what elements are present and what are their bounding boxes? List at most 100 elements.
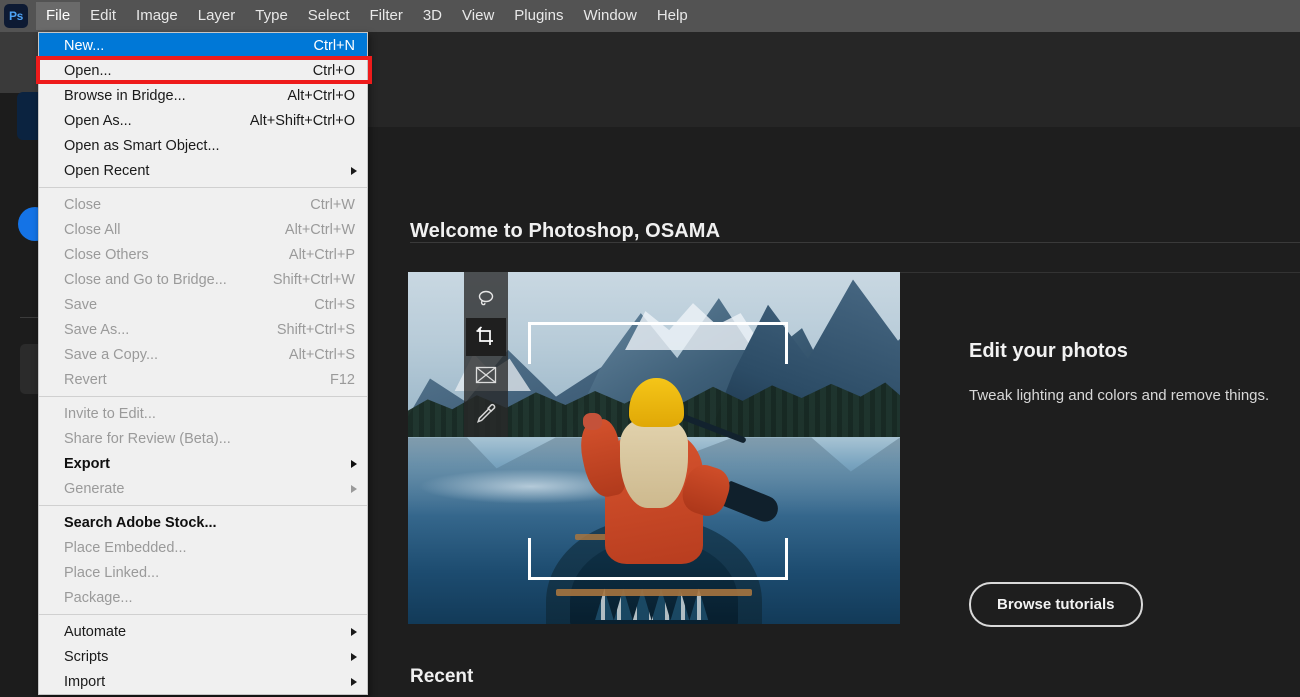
menu-bar-item-view[interactable]: View	[452, 2, 504, 30]
menu-item-label: Close Others	[64, 246, 149, 263]
menu-item-label: Share for Review (Beta)...	[64, 430, 231, 447]
crop-corner-top-left	[528, 322, 531, 364]
hero-tool-strip	[464, 272, 508, 437]
menu-item-shortcut: Shift+Ctrl+S	[276, 321, 355, 338]
menu-bar-item-filter[interactable]: Filter	[360, 2, 413, 30]
menu-item-label: Package...	[64, 589, 133, 606]
menu-item-export[interactable]: Export	[39, 451, 367, 476]
menu-bar-item-help[interactable]: Help	[647, 2, 698, 30]
menu-item-label: Save	[64, 296, 98, 313]
menu-bar-item-layer[interactable]: Layer	[188, 2, 246, 30]
menu-item-save: Save Ctrl+S	[39, 292, 367, 317]
file-menu-dropdown[interactable]: New... Ctrl+N Open... Ctrl+O Browse in Bridg…	[38, 32, 368, 695]
menu-item-label: Export	[64, 455, 110, 472]
menu-item-label: Save a Copy...	[64, 346, 159, 363]
crop-tool-button[interactable]	[466, 318, 506, 356]
frame-tool-button[interactable]	[466, 356, 506, 394]
menu-item-scripts[interactable]: Scripts	[39, 644, 367, 669]
menu-item-open-as-smart-object[interactable]: Open as Smart Object...	[39, 133, 367, 158]
crop-icon	[475, 326, 497, 348]
menu-bar-item-edit[interactable]: Edit	[80, 2, 126, 30]
crop-edge-top	[528, 322, 788, 325]
menu-item-label: Automate	[64, 623, 127, 640]
menu-item-shortcut: Ctrl+W	[310, 196, 355, 213]
sidebar-divider	[20, 317, 38, 318]
browse-tutorials-button[interactable]: Browse tutorials	[969, 582, 1143, 627]
menu-item-shortcut: Alt+Ctrl+O	[287, 87, 355, 104]
menu-item-shortcut: Ctrl+O	[312, 62, 355, 79]
chevron-right-icon	[351, 459, 357, 468]
menu-separator	[39, 614, 367, 615]
menu-bar-items: File Edit Image Layer Type Select Filter 3D View…	[36, 2, 698, 30]
menu-separator	[39, 505, 367, 506]
menu-item-search-adobe-stock[interactable]: Search Adobe Stock...	[39, 510, 367, 535]
crop-edge-bottom	[528, 577, 788, 580]
menu-item-open-as[interactable]: Open As... Alt+Shift+Ctrl+O	[39, 108, 367, 133]
menu-item-label: Generate	[64, 480, 125, 497]
photoshop-window: Welcome to Photoshop, OSAMA Edit your ph…	[0, 0, 1300, 697]
menu-item-new[interactable]: New... Ctrl+N	[39, 33, 367, 58]
menu-item-label: Close and Go to Bridge...	[64, 271, 227, 288]
menu-bar: Ps File Edit Image Layer Type Select Filter 3D V…	[0, 0, 1300, 32]
menu-item-shortcut: Alt+Ctrl+P	[288, 246, 355, 263]
menu-item-label: Save As...	[64, 321, 130, 338]
crop-corner-top-right	[785, 322, 788, 364]
menu-item-shortcut: Alt+Ctrl+S	[288, 346, 355, 363]
menu-bar-item-select[interactable]: Select	[298, 2, 360, 30]
menu-bar-item-type[interactable]: Type	[245, 2, 298, 30]
lasso-tool-button[interactable]	[466, 280, 506, 318]
menu-bar-item-3d[interactable]: 3D	[413, 2, 452, 30]
menu-item-label: Scripts	[64, 648, 109, 665]
menu-item-shortcut: Ctrl+S	[314, 296, 355, 313]
chevron-right-icon	[351, 484, 357, 493]
menu-bar-item-file[interactable]: File	[36, 2, 81, 30]
menu-item-automate[interactable]: Automate	[39, 619, 367, 644]
menu-item-shortcut: Shift+Ctrl+W	[272, 271, 355, 288]
menu-item-shortcut: Alt+Ctrl+W	[284, 221, 355, 238]
crop-corner-bottom-left	[528, 538, 531, 580]
menu-item-label: Search Adobe Stock...	[64, 514, 217, 531]
frame-icon	[475, 366, 497, 384]
hero-image[interactable]	[408, 272, 900, 624]
home-sidebar	[0, 32, 57, 697]
menu-separator	[39, 396, 367, 397]
menu-item-label: Close All	[64, 221, 121, 238]
menu-item-open-recent[interactable]: Open Recent	[39, 158, 367, 183]
hero-heading: Edit your photos	[969, 340, 1128, 362]
menu-item-label: Revert	[64, 371, 107, 388]
menu-bar-item-plugins[interactable]: Plugins	[504, 2, 573, 30]
menu-item-place-linked: Place Linked...	[39, 560, 367, 585]
menu-item-invite-to-edit: Invite to Edit...	[39, 401, 367, 426]
menu-item-save-as: Save As... Shift+Ctrl+S	[39, 317, 367, 342]
menu-item-browse-in-bridge[interactable]: Browse in Bridge... Alt+Ctrl+O	[39, 83, 367, 108]
chevron-right-icon	[351, 677, 357, 686]
eyedropper-icon	[475, 402, 497, 424]
menu-item-shortcut: Alt+Shift+Ctrl+O	[249, 112, 355, 129]
menu-item-label: Open As...	[64, 112, 132, 129]
menu-item-close-all: Close All Alt+Ctrl+W	[39, 217, 367, 242]
menu-item-close-and-go-to-bridge: Close and Go to Bridge... Shift+Ctrl+W	[39, 267, 367, 292]
menu-item-label: Import	[64, 673, 106, 690]
chevron-right-icon	[351, 166, 357, 175]
menu-separator	[39, 187, 367, 188]
menu-item-place-embedded: Place Embedded...	[39, 535, 367, 560]
lasso-icon	[475, 288, 497, 310]
menu-item-open[interactable]: Open... Ctrl+O	[39, 58, 367, 83]
menu-bar-item-image[interactable]: Image	[126, 2, 188, 30]
menu-item-label: Browse in Bridge...	[64, 87, 186, 104]
menu-item-package: Package...	[39, 585, 367, 610]
menu-item-save-a-copy: Save a Copy... Alt+Ctrl+S	[39, 342, 367, 367]
crop-corner-bottom-right	[785, 538, 788, 580]
menu-item-revert: Revert F12	[39, 367, 367, 392]
menu-item-import[interactable]: Import	[39, 669, 367, 694]
menu-item-share-for-review-beta: Share for Review (Beta)...	[39, 426, 367, 451]
eyedropper-tool-button[interactable]	[466, 394, 506, 432]
recent-section-title: Recent	[410, 666, 474, 687]
photoshop-logo: Ps	[4, 4, 28, 28]
menu-bar-item-window[interactable]: Window	[573, 2, 646, 30]
canoe-thwart-front	[555, 588, 753, 596]
menu-item-label: Open as Smart Object...	[64, 137, 220, 154]
chevron-right-icon	[351, 652, 357, 661]
menu-item-label: Invite to Edit...	[64, 405, 156, 422]
menu-item-label: Open Recent	[64, 162, 150, 179]
